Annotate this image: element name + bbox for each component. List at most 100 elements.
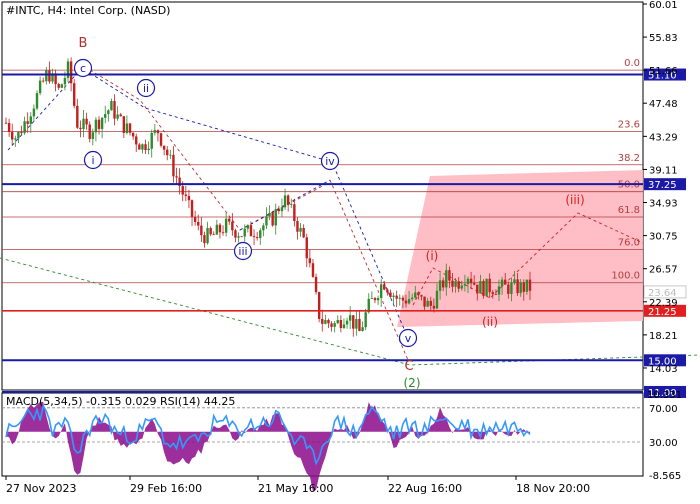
candle-body xyxy=(339,320,343,329)
candle-body xyxy=(274,209,277,226)
candle-body xyxy=(116,114,119,119)
indicator-top-label: 10.331 xyxy=(647,390,682,401)
candle-body xyxy=(125,123,129,133)
candle-body xyxy=(438,280,442,291)
candle-body xyxy=(268,212,271,217)
candle-body xyxy=(466,278,470,285)
wave-label: (iii) xyxy=(565,193,584,207)
indicator-tick-label: -8.565 xyxy=(649,471,681,482)
candle-body xyxy=(246,225,250,229)
candle-body xyxy=(426,300,429,307)
candle-body xyxy=(172,154,175,177)
wave-label: (ii) xyxy=(482,315,498,329)
candle-body xyxy=(417,292,420,296)
candle-body xyxy=(386,289,389,293)
indicator-header: MACD(5,34,5) -0.315 0.029 RSI(14) 44.25 xyxy=(6,395,235,408)
candle-body xyxy=(525,279,529,292)
candle-body xyxy=(122,116,126,133)
candle-body xyxy=(469,278,473,284)
candle-body xyxy=(57,84,60,88)
fib-label: 23.6 xyxy=(618,120,640,131)
candle-body xyxy=(26,121,29,124)
candle-body xyxy=(29,116,33,124)
wave-label: v xyxy=(405,332,412,345)
candle-body xyxy=(107,110,110,115)
price-tick-label: 43.29 xyxy=(649,132,678,143)
candle-body xyxy=(435,290,439,309)
candle-body xyxy=(234,230,237,238)
candle-body xyxy=(110,101,113,111)
candle-body xyxy=(184,194,188,196)
candle-body xyxy=(240,236,243,238)
candle-body xyxy=(398,297,401,299)
candle-body xyxy=(510,282,513,294)
candle-body xyxy=(159,133,163,146)
candle-body xyxy=(283,195,287,208)
candle-body xyxy=(383,284,386,290)
candle-body xyxy=(482,281,485,296)
candle-body xyxy=(401,297,405,301)
candle-body xyxy=(293,204,296,222)
candle-body xyxy=(407,299,411,304)
time-tick-label: 18 Nov 20:00 xyxy=(516,482,590,495)
candle-body xyxy=(317,292,321,319)
candle-body xyxy=(42,80,45,82)
candle-body xyxy=(491,292,494,295)
candle-body xyxy=(355,318,358,329)
candle-body xyxy=(209,227,212,235)
candle-body xyxy=(76,105,79,128)
candle-body xyxy=(162,145,166,150)
candle-body xyxy=(231,221,234,231)
time-tick-label: 21 May 16:00 xyxy=(258,482,333,495)
candle-body xyxy=(414,292,417,298)
candle-body xyxy=(296,221,299,232)
candle-body xyxy=(376,298,380,301)
candle-body xyxy=(457,281,460,289)
candle-body xyxy=(305,237,308,259)
candle-body xyxy=(336,320,339,324)
candle-body xyxy=(358,318,361,332)
candle-body xyxy=(252,236,256,238)
candle-body xyxy=(507,284,510,294)
price-tick-label: 47.48 xyxy=(649,99,678,110)
price-tick-label: 26.57 xyxy=(649,265,678,276)
candle-body xyxy=(156,130,160,134)
candle-body xyxy=(138,144,141,150)
candle-body xyxy=(119,114,122,117)
time-tick-label: 29 Feb 16:00 xyxy=(130,482,202,495)
candle-body xyxy=(389,292,392,297)
wave-label: c xyxy=(80,62,86,75)
candle-body xyxy=(265,216,268,226)
candle-body xyxy=(379,284,383,299)
indicator-tick-label: 70.00 xyxy=(649,404,678,415)
candle-body xyxy=(88,124,91,139)
price-tick-label: 51.66 xyxy=(649,66,678,77)
candle-body xyxy=(147,148,150,151)
candle-body xyxy=(7,122,11,132)
wave-label: B xyxy=(79,36,88,51)
candle-body xyxy=(200,225,203,236)
candle-body xyxy=(497,286,501,295)
candle-body xyxy=(324,319,327,324)
candle-body xyxy=(404,300,408,304)
candle-body xyxy=(299,227,302,232)
candle-body xyxy=(79,127,82,130)
candle-body xyxy=(342,324,346,329)
candle-body xyxy=(451,280,454,287)
candle-body xyxy=(249,225,253,237)
candle-body xyxy=(500,279,504,287)
chart-title: #INTC, H4: Intel Corp. (NASD) xyxy=(6,4,170,17)
candle-body xyxy=(224,218,228,233)
wave-label: ii xyxy=(143,82,149,95)
candle-body xyxy=(181,186,184,195)
candle-body xyxy=(4,122,8,124)
fib-label: 61.8 xyxy=(618,205,640,216)
candle-body xyxy=(513,279,516,283)
price-tick-label: 14.03 xyxy=(649,364,678,375)
candle-body xyxy=(441,280,445,288)
candle-body xyxy=(479,281,482,294)
candle-body xyxy=(206,227,209,244)
wave-label: iv xyxy=(325,155,335,168)
candle-body xyxy=(259,230,262,238)
price-tick-label: 55.83 xyxy=(649,33,678,44)
